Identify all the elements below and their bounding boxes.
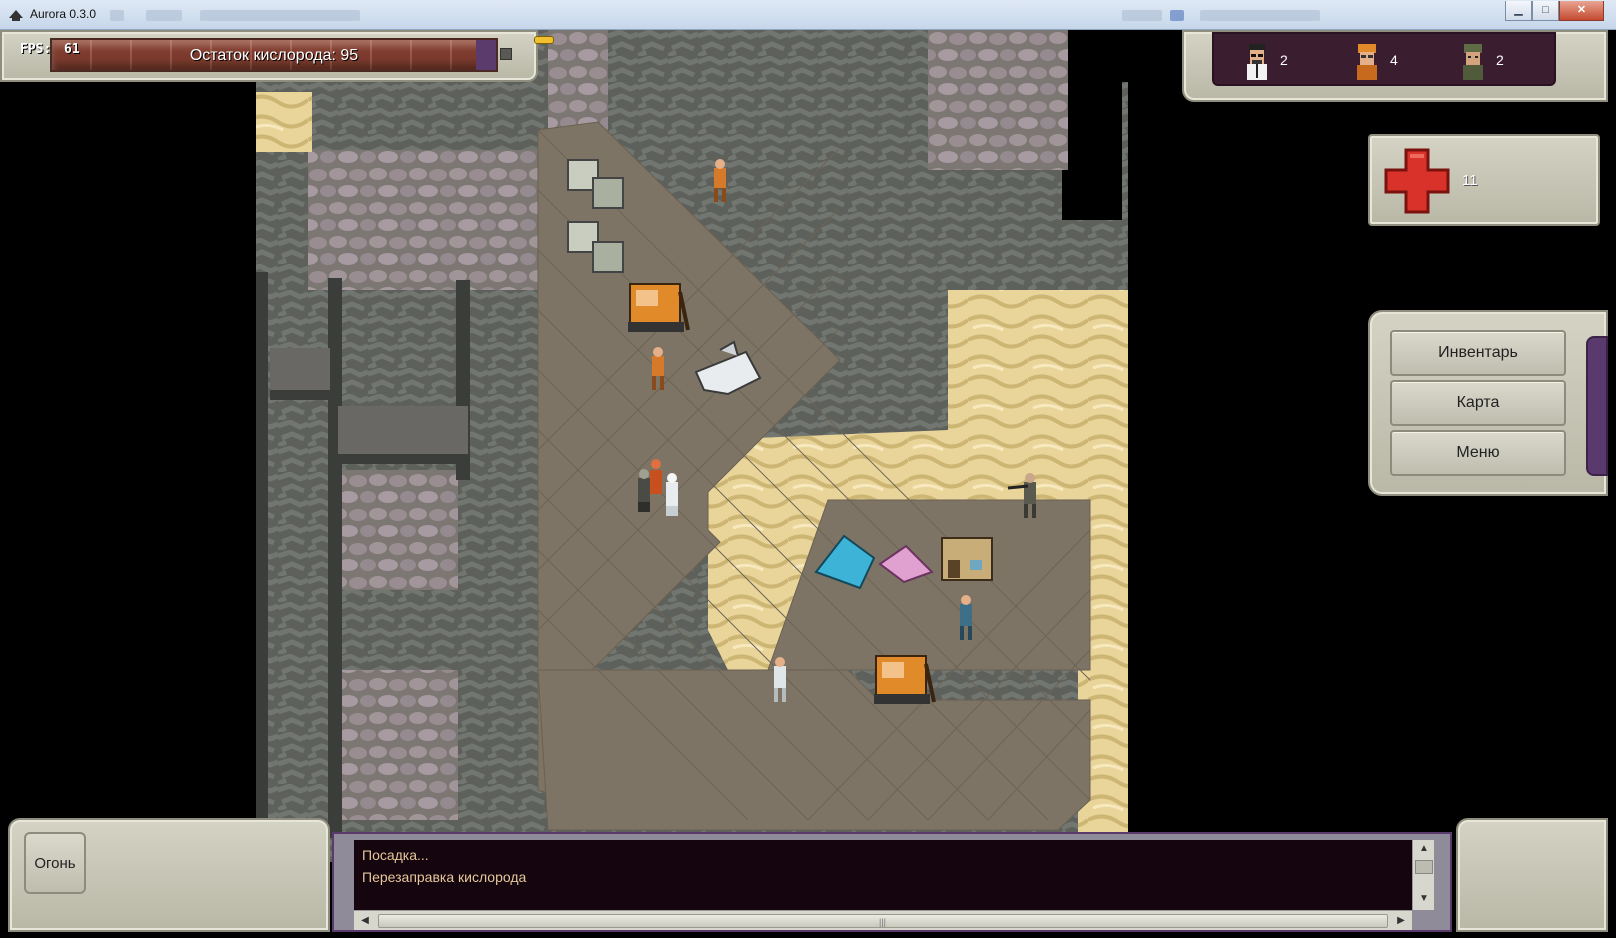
terrain-dark-cobble [1062, 30, 1122, 220]
red-cross-icon [1384, 148, 1450, 214]
terrain-cobble [928, 30, 1068, 170]
faded-toolbar-item [146, 10, 182, 21]
close-button[interactable]: ✕ [1559, 1, 1604, 21]
soldier-icon [1463, 44, 1483, 80]
rover-vehicle[interactable] [628, 283, 690, 332]
log-line: Перезаправка кислорода [362, 869, 527, 885]
scroll-down-icon[interactable]: ▼ [1415, 890, 1433, 908]
scroll-thumb[interactable]: ||| [378, 914, 1388, 928]
crew-counters: 2 4 2 [1212, 32, 1556, 86]
faded-toolbar-item [200, 10, 360, 21]
log-horizontal-scrollbar[interactable]: ◀ ||| ▶ [354, 910, 1412, 930]
log-vertical-scrollbar[interactable]: ▲ ▼ [1412, 840, 1434, 910]
window-title: Aurora 0.3.0 [30, 7, 97, 21]
medkit-count: 11 [1462, 172, 1478, 189]
scroll-thumb[interactable] [1415, 860, 1433, 874]
message-log: Посадка... Перезаправка кислорода ▲ ▼ ◀ … [332, 832, 1452, 932]
scientists-count: 2 [1280, 52, 1288, 68]
oxygen-text: Остаток кислорода: 95 [189, 47, 359, 64]
inventory-button[interactable]: Инвентарь [1390, 330, 1566, 376]
minimize-button[interactable]: ▁ [1505, 1, 1532, 21]
terrain-sand [256, 92, 312, 152]
faded-toolbar-item [110, 10, 124, 21]
faded-toolbar-item [1170, 10, 1184, 21]
log-text-area[interactable]: Посадка... Перезаправка кислорода [354, 840, 1412, 910]
secondary-panel [1456, 818, 1608, 932]
maximize-button[interactable]: □ [1532, 1, 1559, 21]
fps-value: 61 [64, 42, 80, 57]
scroll-up-icon[interactable]: ▲ [1415, 840, 1433, 858]
menu-button[interactable]: Меню [1390, 430, 1566, 476]
window-titlebar: Aurora 0.3.0 ▁ □ ✕ [0, 0, 1616, 30]
crew-panel: 2 4 2 [1182, 30, 1608, 102]
fps-label: FPS: [20, 42, 52, 57]
log-line: Посадка... [362, 847, 429, 863]
oxygen-bar: Остаток кислорода: 95 [50, 38, 498, 72]
faded-toolbar-item [1200, 10, 1320, 21]
oxygen-knob [500, 48, 512, 60]
action-panel: Огонь [8, 818, 330, 932]
engineers-count: 4 [1390, 52, 1398, 68]
fire-button[interactable]: Огонь [24, 832, 86, 894]
terrain-cobble [338, 470, 458, 590]
medkit-panel[interactable]: 11 [1368, 134, 1600, 226]
scroll-right-icon[interactable]: ▶ [1392, 912, 1410, 930]
base-building[interactable] [941, 537, 993, 581]
indicator-light [534, 36, 554, 44]
engineer-icon [1357, 44, 1377, 80]
scientist-icon [1247, 44, 1267, 80]
military-count: 2 [1496, 52, 1504, 68]
status-panel: Остаток кислорода: 95 FPS: 61 [0, 30, 538, 82]
scroll-left-icon[interactable]: ◀ [356, 912, 374, 930]
terrain-cobble [338, 670, 458, 820]
menu-side-tab[interactable] [1586, 336, 1608, 476]
rover-vehicle[interactable] [874, 655, 936, 704]
map-button[interactable]: Карта [1390, 380, 1566, 426]
ship-icon [9, 10, 23, 21]
faded-toolbar-item [1122, 10, 1162, 21]
game-menu-panel: Инвентарь Карта Меню [1368, 310, 1608, 496]
